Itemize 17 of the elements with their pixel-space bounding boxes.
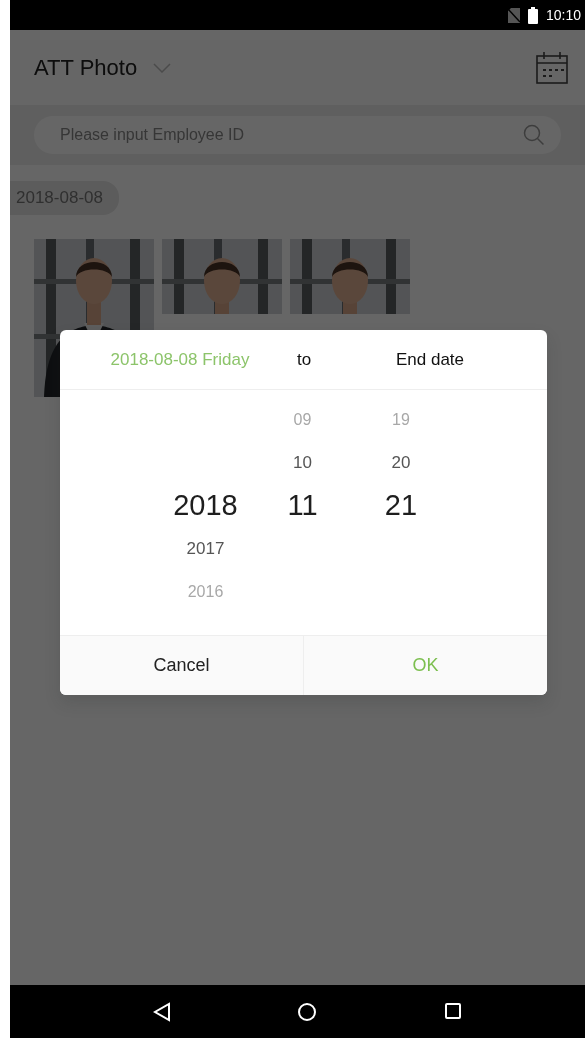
home-icon[interactable] [297,1001,318,1022]
back-icon[interactable] [153,1001,172,1022]
cancel-button[interactable]: Cancel [60,635,303,695]
no-sim-icon [507,7,520,23]
picker-value[interactable]: 20 [391,449,411,476]
clock-time: 10:10 [545,5,581,25]
end-date-tab[interactable]: End date [380,346,480,373]
picker-value[interactable]: 11 [287,483,318,528]
battery-icon [527,6,538,24]
recents-icon[interactable] [443,1001,462,1020]
range-separator: to [295,348,313,371]
chevron-down-icon [153,62,172,73]
picker-value[interactable]: 2017 [186,535,225,562]
picker-value[interactable]: 10 [293,449,312,476]
picker-value[interactable]: 21 [384,483,418,528]
calendar-icon[interactable] [535,50,569,85]
picker-value[interactable]: 2018 [173,483,238,528]
